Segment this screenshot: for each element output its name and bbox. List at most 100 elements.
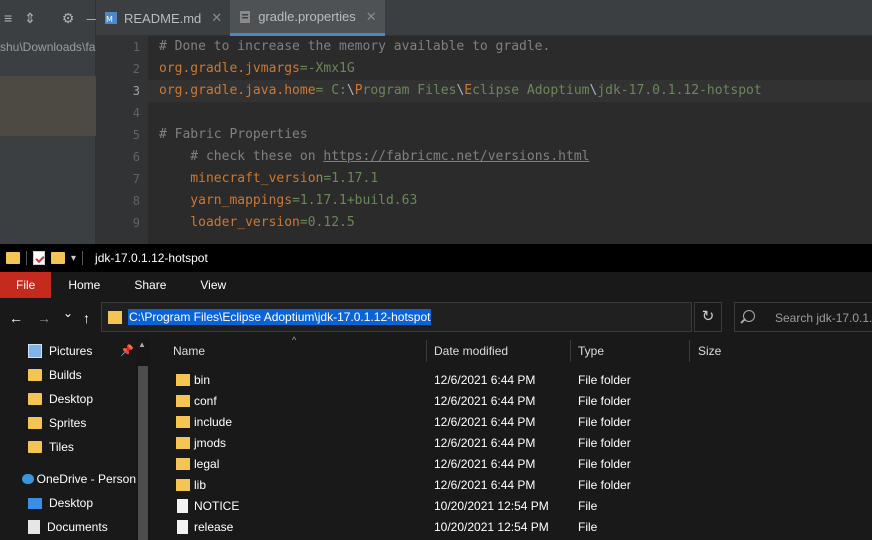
code-line[interactable]: org.gradle.jvmargs=-Xmx1G [148,58,872,80]
pictures-icon [28,344,42,358]
code-line-current[interactable]: org.gradle.java.home= C:\Program Files\E… [148,80,872,102]
file-name: include [194,415,233,429]
title-bar[interactable]: ▾ jdk-17.0.1.12-hotspot [0,244,872,272]
file-explorer-window: ▾ jdk-17.0.1.12-hotspot File Home Share … [0,244,872,540]
gear-icon[interactable]: ⚙ [62,10,75,27]
table-row[interactable]: release 10/20/2021 12:54 PM File [152,517,872,538]
folder-icon [28,369,42,381]
project-path[interactable]: shu\Downloads\fa [0,40,95,54]
properties-icon[interactable] [33,251,45,265]
line-number: 3 [132,84,140,98]
nav-label: OneDrive - Person [36,472,136,486]
onedrive-icon [22,474,34,484]
nav-scrollbar[interactable]: ▲ [136,338,150,540]
ribbon-tab-file[interactable]: File [0,272,52,298]
line-number: 4 [132,106,140,120]
code-key: org.gradle.java.home [159,83,316,98]
file-type: File folder [578,457,631,471]
code-comment: # check these on [159,149,324,164]
scroll-thumb[interactable] [138,366,148,540]
file-type: File folder [578,394,631,408]
nav-item-onedrive[interactable]: OneDrive - Person [22,467,136,491]
code-key: org.gradle.jvmargs [159,61,300,76]
column-date-modified[interactable]: Date modified [425,338,508,364]
code-comment: # Fabric Properties [159,127,308,142]
scroll-up-icon[interactable]: ▲ [138,340,146,349]
ribbon-tab-home[interactable]: Home [51,272,117,298]
ribbon-tabs: File Home Share View [0,272,872,298]
table-row[interactable]: bin 12/6/2021 6:44 PM File folder [152,370,872,391]
forward-icon[interactable]: → [37,310,51,326]
code-value: =0.12.5 [299,215,355,230]
close-icon[interactable]: ✕ [211,10,222,26]
back-icon[interactable]: ← [9,310,23,326]
code-value: =-Xmx1G [299,61,355,76]
code-value: rogram Files [362,83,457,98]
tab-gradle-properties[interactable]: gradle.properties ✕ [230,0,385,36]
table-row[interactable]: legal 12/6/2021 6:44 PM File folder [152,454,872,475]
code-escape: E [464,83,473,98]
search-input[interactable]: Search jdk-17.0.1.1 [734,302,872,332]
address-bar-row: ← → ⌄ ↑ C:\Program Files\Eclipse Adoptiu… [0,298,872,338]
code-comment: # Done to increase the memory available … [159,39,551,54]
address-input[interactable]: C:\Program Files\Eclipse Adoptium\jdk-17… [101,302,783,332]
ribbon-tab-view[interactable]: View [183,272,243,298]
table-row[interactable]: lib 12/6/2021 6:44 PM File folder [152,475,872,496]
line-number: 1 [132,40,140,54]
pin-icon[interactable]: 📌 [120,344,134,357]
nav-label: Desktop [49,392,94,406]
code-editor[interactable]: # Done to increase the memory available … [148,36,872,244]
column-size[interactable]: Size [689,338,721,364]
recent-locations-icon[interactable]: ⌄ [63,306,73,320]
code-line[interactable]: # Done to increase the memory available … [148,36,872,58]
desktop-icon [28,497,42,509]
table-row[interactable]: NOTICE 10/20/2021 12:54 PM File [152,496,872,517]
nav-label: Builds [49,368,82,382]
line-number: 8 [132,194,140,208]
table-row[interactable]: include 12/6/2021 6:44 PM File folder [152,412,872,433]
gradle-file-icon [238,10,252,24]
close-icon[interactable]: ✕ [366,9,377,25]
file-name: legal [194,457,220,471]
expand-icon[interactable]: ⇕ [24,10,36,27]
up-icon[interactable]: ↑ [83,310,90,326]
code-value: jdk-17.0.1.12-hotspot [597,83,762,98]
file-icon [177,499,188,513]
tab-label: gradle.properties [258,9,356,24]
code-key: yarn_mappings [159,193,293,208]
svg-text:M: M [106,15,113,24]
ide-window: ≡ ⇕ ⚙ — shu\Downloads\fa M README.md ✕ g… [0,0,872,244]
file-icon [177,520,188,534]
code-link[interactable]: https://fabricmc.net/versions.html [323,149,589,164]
chevron-down-icon[interactable]: ▾ [71,253,76,264]
code-line[interactable]: # Fabric Properties [148,124,872,146]
line-number: 5 [132,128,140,142]
file-date: 12/6/2021 6:44 PM [434,394,536,408]
refresh-icon[interactable]: ↻ [694,302,722,332]
folder-icon [28,417,42,429]
folder-icon [28,393,42,405]
tab-readme[interactable]: M README.md ✕ [96,0,230,36]
file-name: release [194,520,234,534]
new-folder-icon[interactable] [51,252,65,264]
code-line[interactable]: loader_version=0.12.5 [148,212,872,234]
file-date: 10/20/2021 12:54 PM [434,499,549,513]
file-type: File folder [578,478,631,492]
code-line[interactable]: minecraft_version=1.17.1 [148,168,872,190]
code-line[interactable]: # check these on https://fabricmc.net/ve… [148,146,872,168]
file-date: 12/6/2021 6:44 PM [434,478,536,492]
column-type[interactable]: Type [569,338,604,364]
separator [82,251,84,265]
address-text[interactable]: C:\Program Files\Eclipse Adoptium\jdk-17… [128,309,432,325]
ribbon-tab-share[interactable]: Share [117,272,183,298]
table-row[interactable]: conf 12/6/2021 6:44 PM File folder [152,391,872,412]
code-line[interactable]: yarn_mappings=1.17.1+build.63 [148,190,872,212]
code-line[interactable] [148,102,872,124]
table-row[interactable]: jmods 12/6/2021 6:44 PM File folder [152,433,872,454]
collapse-icon[interactable]: ≡ [4,10,12,26]
window-title: jdk-17.0.1.12-hotspot [95,251,208,265]
column-name[interactable]: Name [164,338,205,364]
separator [26,251,27,265]
file-date: 12/6/2021 6:44 PM [434,436,536,450]
code-value: C: [331,83,347,98]
